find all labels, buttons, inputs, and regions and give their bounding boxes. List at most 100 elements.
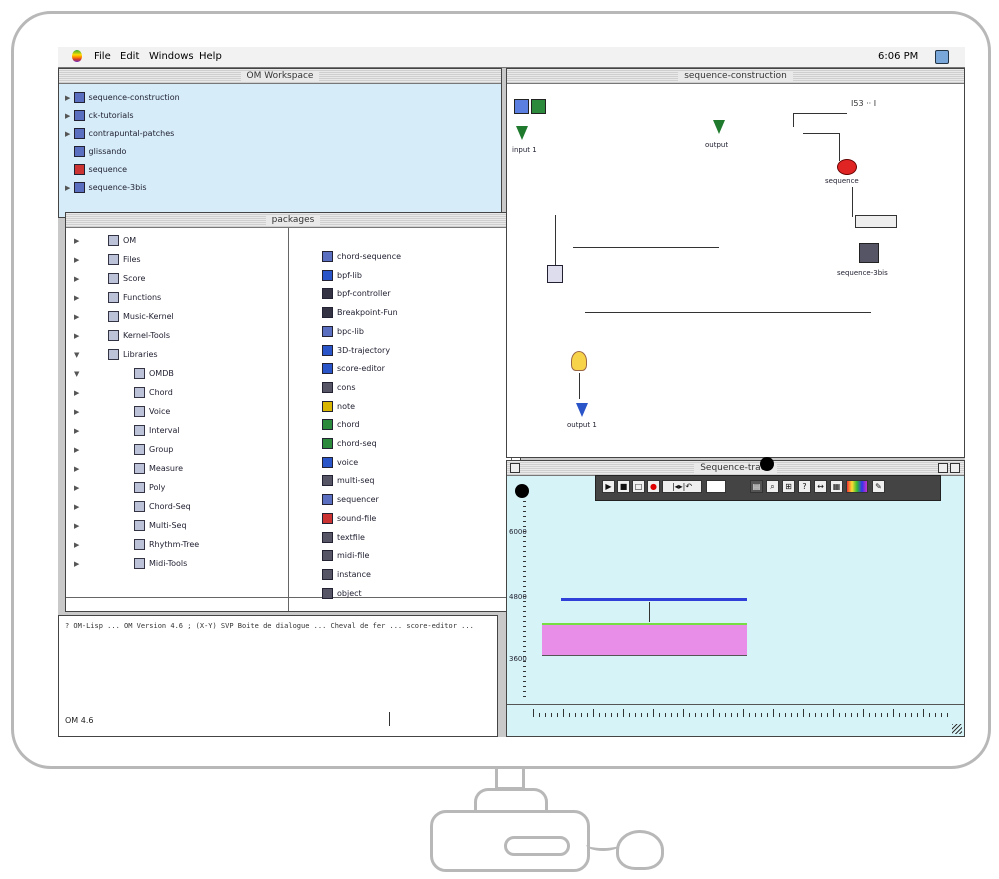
patch-titlebar[interactable]: sequence-construction xyxy=(507,69,964,84)
disclosure-triangle-icon[interactable]: ▶ xyxy=(65,128,71,140)
sequence-track-block[interactable] xyxy=(542,623,747,656)
stop-icon[interactable]: ■ xyxy=(617,480,630,493)
package-item[interactable]: ▶ Chord-Seq xyxy=(74,501,191,513)
class-item[interactable]: multi-seq xyxy=(322,475,375,487)
class-item[interactable]: chord xyxy=(322,419,360,431)
resize-grip-icon[interactable] xyxy=(952,724,962,734)
window-zoom-box[interactable] xyxy=(938,463,948,473)
package-item[interactable]: ▶ OM xyxy=(74,235,136,247)
patch-toolbar-button[interactable] xyxy=(531,99,546,114)
disclosure-triangle-icon[interactable]: ▶ xyxy=(65,92,71,104)
grid-icon[interactable]: ⊞ xyxy=(782,480,795,493)
menu-edit[interactable]: Edit xyxy=(120,51,139,62)
disclosure-triangle-icon[interactable]: ▶ xyxy=(74,273,80,285)
package-item[interactable]: ▶ Voice xyxy=(74,406,170,418)
workspace-item[interactable]: ▶ sequence-construction xyxy=(65,92,180,104)
disclosure-triangle-icon[interactable]: ▼ xyxy=(74,368,80,380)
disclosure-triangle-icon[interactable]: ▶ xyxy=(74,406,80,418)
package-item[interactable]: ▶ Group xyxy=(74,444,173,456)
package-item[interactable]: ▶ Rhythm-Tree xyxy=(74,539,199,551)
menu-help[interactable]: Help xyxy=(199,51,222,62)
print-icon[interactable]: ▦ xyxy=(830,480,843,493)
patch-box-label[interactable]: output 1 xyxy=(567,419,597,431)
package-item[interactable]: ▶ Measure xyxy=(74,463,183,475)
package-item[interactable]: ▶ Functions xyxy=(74,292,161,304)
disclosure-triangle-icon[interactable]: ▶ xyxy=(74,387,80,399)
select-icon[interactable]: ▤ xyxy=(750,480,763,493)
menu-clock[interactable]: 6:06 PM xyxy=(878,51,918,62)
disclosure-triangle-icon[interactable]: ▶ xyxy=(65,182,71,194)
zoom-icon[interactable]: ⌕ xyxy=(766,480,779,493)
package-item[interactable]: ▶ Score xyxy=(74,273,145,285)
apple-logo-icon[interactable] xyxy=(72,50,82,62)
workspace-item[interactable]: ▶ sequence-3bis xyxy=(65,182,147,194)
mode-icon[interactable]: ✎ xyxy=(872,480,885,493)
class-item[interactable]: textfile xyxy=(322,531,365,544)
class-item[interactable]: chord-seq xyxy=(322,438,377,450)
class-item[interactable]: score-editor xyxy=(322,363,385,375)
record-icon[interactable]: ● xyxy=(647,480,660,493)
class-item[interactable]: chord-sequence xyxy=(322,251,401,263)
class-item[interactable]: bpf-lib xyxy=(322,269,362,282)
patch-box-label[interactable]: sequence-3bis xyxy=(837,267,888,279)
disclosure-triangle-icon[interactable]: ▶ xyxy=(74,558,80,570)
disclosure-triangle-icon[interactable]: ▶ xyxy=(74,292,80,304)
disclosure-triangle-icon[interactable]: ▶ xyxy=(74,482,80,494)
sequence-box-icon[interactable] xyxy=(837,159,857,175)
patch-toolbar-button[interactable] xyxy=(514,99,529,114)
class-item[interactable]: Breakpoint-Fun xyxy=(322,307,398,319)
input-arrow-icon[interactable] xyxy=(516,126,528,140)
package-item[interactable]: ▼ OMDB xyxy=(74,368,174,380)
package-item[interactable]: ▶ Chord xyxy=(74,387,173,399)
patch-box-label[interactable]: sequence xyxy=(825,175,859,187)
menu-file[interactable]: File xyxy=(94,51,111,62)
lightbulb-icon[interactable] xyxy=(571,351,587,371)
disclosure-triangle-icon[interactable]: ▶ xyxy=(74,330,80,342)
disclosure-triangle-icon[interactable]: ▶ xyxy=(74,311,80,323)
blank-button[interactable] xyxy=(706,480,726,493)
class-item[interactable]: instance xyxy=(322,568,371,581)
package-item[interactable]: ▶ Midi-Tools xyxy=(74,558,187,570)
packages-titlebar[interactable]: packages xyxy=(66,213,520,228)
om-trans-box[interactable] xyxy=(855,215,897,228)
window-close-box[interactable] xyxy=(510,463,520,473)
patch-box-label[interactable]: output xyxy=(705,139,728,151)
palette-icon[interactable] xyxy=(846,480,868,493)
disclosure-triangle-icon[interactable]: ▶ xyxy=(74,444,80,456)
package-item[interactable]: ▶ Kernel-Tools xyxy=(74,330,170,342)
patch-box-label[interactable]: input 1 xyxy=(512,144,537,156)
disclosure-triangle-icon[interactable]: ▶ xyxy=(74,235,80,247)
class-item[interactable]: sequencer xyxy=(322,494,379,506)
class-item[interactable]: bpf-controller xyxy=(322,288,391,300)
package-item[interactable]: ▶ Interval xyxy=(74,425,180,437)
workspace-item[interactable]: ▶ ck-tutorials xyxy=(65,110,134,122)
class-item[interactable]: cons xyxy=(322,381,356,394)
workspace-titlebar[interactable]: OM Workspace xyxy=(59,69,501,84)
output-arrow-icon[interactable] xyxy=(713,120,725,134)
window-collapse-box[interactable] xyxy=(950,463,960,473)
disclosure-triangle-icon[interactable]: ▶ xyxy=(65,110,71,122)
finder-icon[interactable] xyxy=(935,50,949,64)
play-icon[interactable]: ▶ xyxy=(602,480,615,493)
disclosure-triangle-icon[interactable]: ▶ xyxy=(74,425,80,437)
class-item[interactable]: voice xyxy=(322,456,358,469)
sequence-3bis-icon[interactable] xyxy=(859,243,879,263)
ruler-icon[interactable]: ↔ xyxy=(814,480,827,493)
class-item[interactable]: object xyxy=(322,587,362,600)
package-item[interactable]: ▶ Multi-Seq xyxy=(74,520,187,532)
help-icon[interactable]: ? xyxy=(798,480,811,493)
disclosure-triangle-icon[interactable]: ▶ xyxy=(74,254,80,266)
class-item[interactable]: note xyxy=(322,400,355,413)
package-item[interactable]: ▶ Files xyxy=(74,254,141,266)
disclosure-triangle-icon[interactable]: ▶ xyxy=(74,463,80,475)
disclosure-triangle-icon[interactable]: ▶ xyxy=(74,539,80,551)
score-box-icon[interactable] xyxy=(547,265,563,283)
package-item[interactable]: ▼ Libraries xyxy=(74,349,158,361)
loop-icon[interactable]: |◂▸|↶ xyxy=(662,480,702,493)
class-item[interactable]: 3D-trajectory xyxy=(322,344,390,357)
package-item[interactable]: ▶ Poly xyxy=(74,482,165,494)
disclosure-triangle-icon[interactable]: ▶ xyxy=(74,501,80,513)
pause-icon[interactable]: □ xyxy=(632,480,645,493)
disclosure-triangle-icon[interactable]: ▼ xyxy=(74,349,80,361)
output-arrow-icon[interactable] xyxy=(576,403,588,417)
